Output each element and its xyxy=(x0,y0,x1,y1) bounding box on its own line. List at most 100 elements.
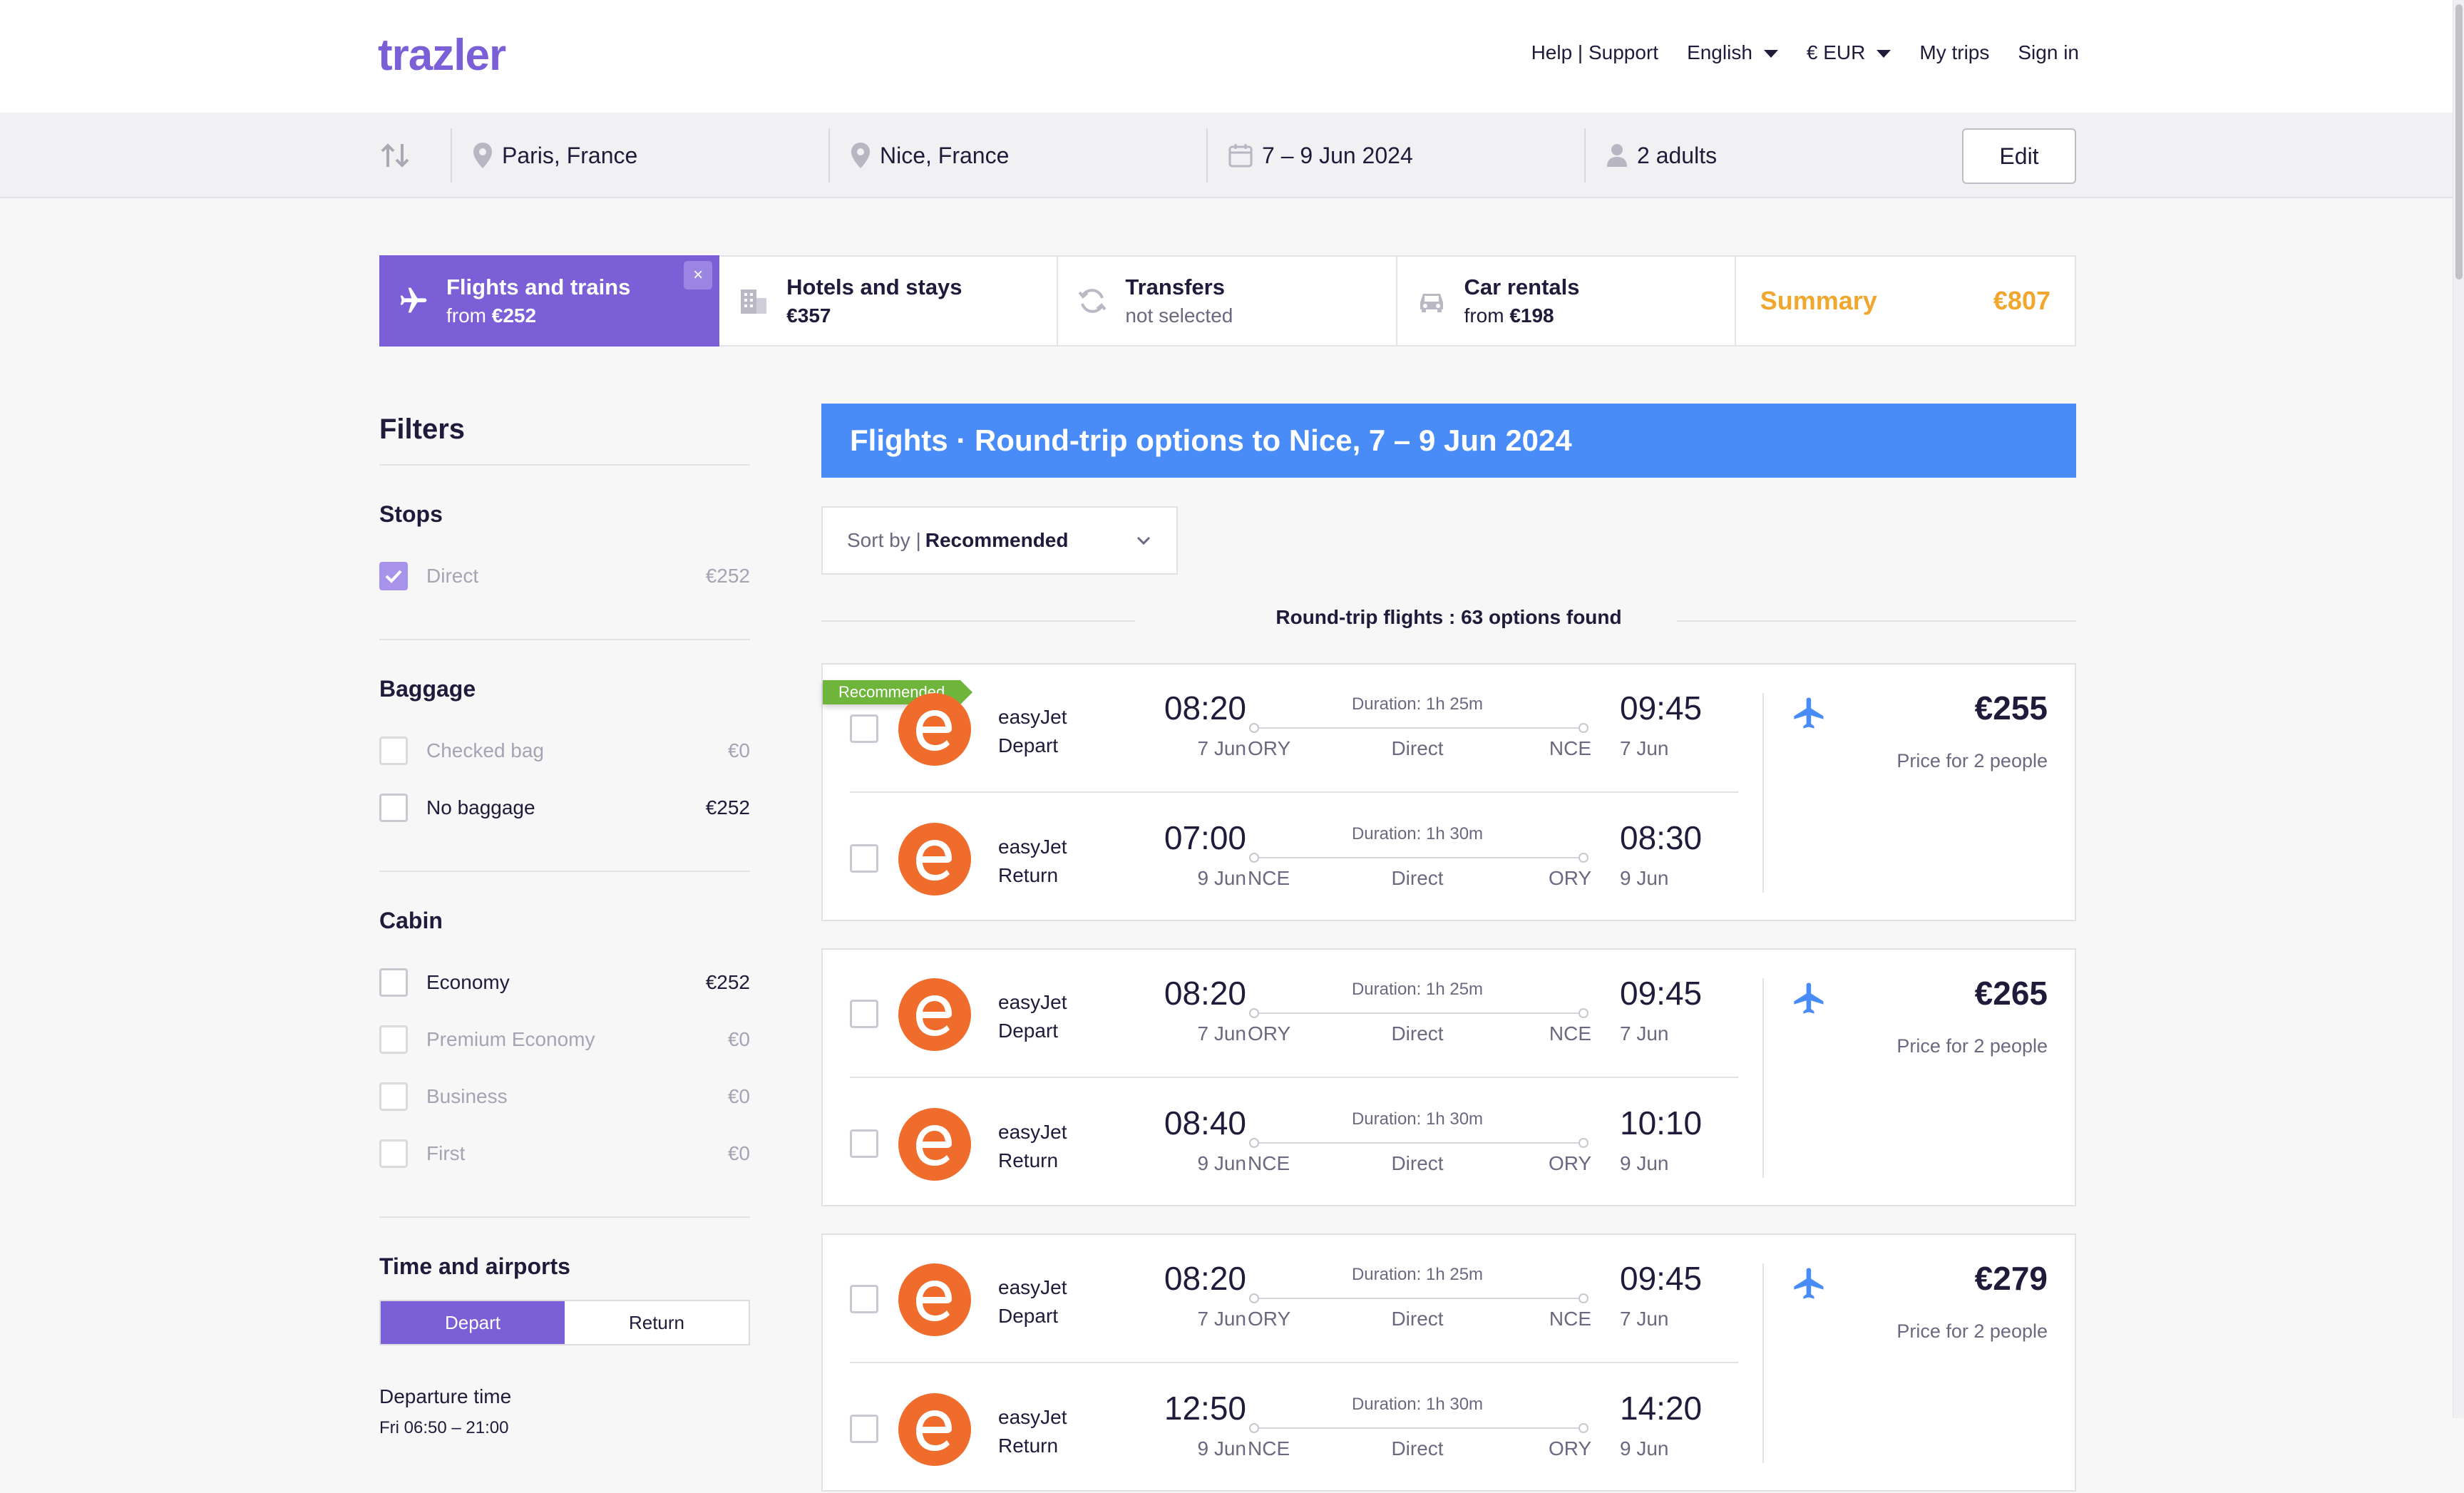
checkbox[interactable] xyxy=(379,737,408,765)
route-line xyxy=(1249,1138,1588,1148)
price-note: Price for 2 people xyxy=(1896,750,2048,771)
check-icon xyxy=(385,570,402,583)
date-field[interactable]: 7 – 9 Jun 2024 xyxy=(1206,128,1584,183)
departure-time: 08:20 xyxy=(1164,1260,1246,1297)
scrollbar-thumb[interactable] xyxy=(2455,4,2463,279)
filter-option-price: €0 xyxy=(727,739,750,761)
filter-option[interactable]: No baggage €252 xyxy=(379,779,750,836)
tab-transfers[interactable]: Transfers not selected xyxy=(1058,257,1397,345)
flight-leg-return: easyJet Return 12:50 9 Jun Duration: 1h 30m N… xyxy=(823,1365,1738,1493)
leg-select-checkbox[interactable] xyxy=(850,844,878,873)
language-selector[interactable]: English xyxy=(1687,41,1778,64)
departure-date: 7 Jun xyxy=(1197,1308,1247,1330)
summary-total: €807 xyxy=(1993,286,2050,315)
departure-date: 7 Jun xyxy=(1197,1022,1247,1045)
filter-option[interactable]: First €0 xyxy=(379,1125,750,1182)
tab-flights-price: from €252 xyxy=(446,304,630,327)
filter-option-price: €0 xyxy=(727,1085,750,1107)
filter-option[interactable]: Direct €252 xyxy=(379,548,750,605)
arrival-time: 09:45 xyxy=(1620,1260,1703,1297)
filter-option[interactable]: Business €0 xyxy=(379,1068,750,1125)
stops-label: Direct xyxy=(1391,1308,1444,1330)
tab-hotels-title: Hotels and stays xyxy=(786,275,962,299)
sort-value: Recommended xyxy=(925,529,1069,551)
airline-name: easyJet xyxy=(998,1406,1067,1428)
tab-hotels[interactable]: Hotels and stays €357 xyxy=(719,257,1059,345)
origin-field[interactable]: Paris, France xyxy=(451,128,828,183)
arrival-date: 7 Jun xyxy=(1620,737,1669,759)
edit-search-button[interactable]: Edit xyxy=(1962,128,2076,184)
checkbox[interactable] xyxy=(379,562,408,590)
route-line xyxy=(1249,1293,1588,1303)
arrival-time: 09:45 xyxy=(1620,689,1703,727)
leg-select-checkbox[interactable] xyxy=(850,1000,878,1028)
tab-cars-title: Car rentals xyxy=(1464,275,1580,299)
travelers-field[interactable]: 2 adults xyxy=(1584,128,1941,183)
filter-option[interactable]: Premium Economy €0 xyxy=(379,1011,750,1068)
checkbox[interactable] xyxy=(379,794,408,822)
calendar-icon xyxy=(1228,144,1253,168)
tab-car-rentals[interactable]: Car rentals from €198 xyxy=(1397,257,1736,345)
summary-label: Summary xyxy=(1760,286,1877,315)
building-icon xyxy=(736,284,771,318)
help-support-link[interactable]: Help | Support xyxy=(1531,41,1659,64)
arrival-time: 08:30 xyxy=(1620,819,1703,856)
toggle-return[interactable]: Return xyxy=(565,1301,749,1344)
toggle-depart[interactable]: Depart xyxy=(381,1301,565,1344)
sort-dropdown[interactable]: Sort by | Recommended xyxy=(821,506,1178,575)
swap-icon[interactable] xyxy=(378,140,414,171)
destination-field[interactable]: Nice, France xyxy=(828,128,1206,183)
filter-option[interactable]: Economy €252 xyxy=(379,954,750,1011)
sign-in-link[interactable]: Sign in xyxy=(2018,41,2079,64)
results-count-text: Round-trip flights : 63 options found xyxy=(1261,606,1636,628)
flight-duration: Duration: 1h 25m xyxy=(1351,1265,1484,1284)
stops-label: Direct xyxy=(1391,1437,1444,1459)
checkbox[interactable] xyxy=(379,1139,408,1168)
flight-option-card[interactable]: easyJet Depart 08:20 7 Jun Duration: 1h 25m O… xyxy=(821,948,2076,1206)
checkbox[interactable] xyxy=(379,1025,408,1054)
filter-option[interactable]: Checked bag €0 xyxy=(379,722,750,779)
flight-option-card[interactable]: Recommended easyJet Depart 08:20 7 Jun Durati… xyxy=(821,663,2076,921)
top-header: trazler Help | Support English € EUR My … xyxy=(0,0,2453,113)
easyjet-logo xyxy=(898,1263,971,1336)
flight-leg-return: easyJet Return 08:40 9 Jun Duration: 1h 30m N… xyxy=(823,1079,1738,1208)
page-scrollbar[interactable] xyxy=(2453,0,2464,1418)
departure-date: 9 Jun xyxy=(1197,1437,1247,1459)
person-icon xyxy=(1607,144,1627,167)
checkbox[interactable] xyxy=(379,968,408,997)
departure-time: 12:50 xyxy=(1164,1390,1246,1427)
departure-time: 08:40 xyxy=(1164,1104,1246,1141)
arrival-time: 14:20 xyxy=(1620,1390,1703,1427)
filter-time-airports: Time and airports Depart Return Departur… xyxy=(379,1218,750,1438)
tab-flights-prefix: from xyxy=(446,304,492,327)
leg-select-checkbox[interactable] xyxy=(850,1129,878,1158)
tab-summary[interactable]: Summary €807 xyxy=(1736,257,2075,345)
filter-time-title: Time and airports xyxy=(379,1253,570,1279)
destination-airport: ORY xyxy=(1549,867,1592,889)
flight-option-card[interactable]: easyJet Depart 08:20 7 Jun Duration: 1h 25m O… xyxy=(821,1233,2076,1492)
leg-select-checkbox[interactable] xyxy=(850,1415,878,1443)
airline-info: easyJet Depart xyxy=(998,1273,1067,1330)
filter-option-price: €252 xyxy=(705,565,750,587)
filter-option-label: Direct xyxy=(426,565,479,587)
currency-selector[interactable]: € EUR xyxy=(1807,41,1891,64)
dates-value: 7 – 9 Jun 2024 xyxy=(1262,142,1413,168)
airline-name: easyJet xyxy=(998,706,1067,728)
stops-label: Direct xyxy=(1391,737,1444,759)
tab-flights-value: €252 xyxy=(491,304,537,327)
airline-name: easyJet xyxy=(998,1276,1067,1298)
close-icon[interactable]: × xyxy=(684,261,713,289)
tab-flights[interactable]: Flights and trains from €252 × xyxy=(379,255,720,347)
brand-logo[interactable]: trazler xyxy=(378,30,506,81)
leg-select-checkbox[interactable] xyxy=(850,1285,878,1313)
leg-select-checkbox[interactable] xyxy=(850,714,878,743)
option-price: €255 xyxy=(1974,689,2048,727)
checkbox[interactable] xyxy=(379,1082,408,1111)
destination-value: Nice, France xyxy=(880,142,1010,168)
location-pin-icon xyxy=(473,143,492,168)
tab-cars-prefix: from xyxy=(1464,304,1510,327)
leg-direction: Return xyxy=(998,864,1059,886)
departure-time-range: Fri 06:50 – 21:00 xyxy=(379,1418,509,1437)
my-trips-link[interactable]: My trips xyxy=(1919,41,1989,64)
flight-leg-depart: easyJet Depart 08:20 7 Jun Duration: 1h 25m O… xyxy=(823,665,1738,793)
